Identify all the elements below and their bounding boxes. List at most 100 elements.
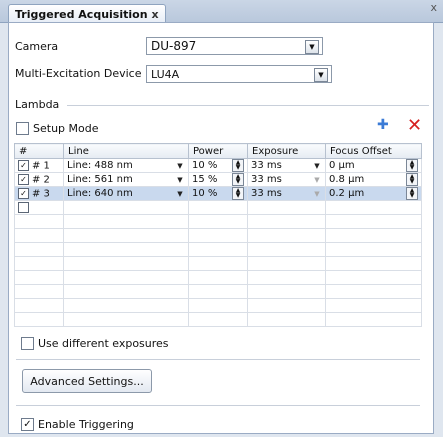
plus-icon[interactable]: ✚ [377, 117, 389, 133]
empty-cell [14, 270, 64, 285]
chevron-down-icon[interactable]: ▼ [175, 189, 185, 199]
power-value: 15 % [192, 174, 218, 185]
row-num: # 1 [32, 160, 50, 172]
empty-cell [188, 256, 248, 271]
table-row[interactable]: ✓ # 3 Line: 640 nm ▼ 10 % ▲ ▼ 33 ms ▼ 0.2 µm ▲… [14, 186, 422, 201]
col-header-focus-offset[interactable]: Focus Offset [325, 143, 422, 159]
empty-cell [63, 298, 189, 313]
empty-cell [188, 214, 248, 229]
table-row-empty [14, 270, 422, 285]
empty-cell [14, 256, 64, 271]
empty-cell [188, 270, 248, 285]
spinner-icon[interactable]: ▲ ▼ [406, 187, 418, 200]
empty-cell [63, 200, 189, 215]
empty-cell [325, 284, 422, 299]
focus-cell[interactable]: 0 µm ▲ ▼ [325, 158, 422, 173]
line-cell[interactable]: Line: 488 nm ▼ [63, 158, 189, 173]
tab-label: Triggered Acquisition [15, 7, 148, 21]
empty-cell [63, 242, 189, 257]
empty-cell [14, 298, 64, 313]
spinner-icon[interactable]: ▲ ▼ [406, 159, 418, 172]
table-row-empty [14, 298, 422, 313]
empty-cell [325, 256, 422, 271]
exposure-cell[interactable]: 33 ms ▼ [247, 158, 326, 173]
empty-cell [247, 200, 326, 215]
empty-cell [14, 284, 64, 299]
use-different-exposures-checkbox[interactable] [21, 337, 34, 350]
power-cell[interactable]: 10 % ▲ ▼ [188, 186, 248, 201]
row-num-cell [14, 200, 64, 215]
table-row-empty [14, 242, 422, 257]
empty-cell [247, 312, 326, 327]
empty-cell [325, 214, 422, 229]
device-select[interactable]: LU4A ▼ [146, 65, 332, 83]
empty-cell [247, 214, 326, 229]
col-header-num[interactable]: # [14, 143, 64, 159]
row-num-cell: ✓ # 3 [14, 186, 64, 201]
line-cell[interactable]: Line: 640 nm ▼ [63, 186, 189, 201]
empty-cell [63, 256, 189, 271]
line-value: Line: 640 nm [67, 188, 133, 199]
focus-cell[interactable]: 0.2 µm ▲ ▼ [325, 186, 422, 201]
table-row[interactable]: ✓ # 2 Line: 561 nm ▼ 15 % ▲ ▼ 33 ms ▼ 0.8 µm ▲… [14, 172, 422, 187]
use-different-exposures-label: Use different exposures [38, 337, 169, 350]
empty-cell [247, 256, 326, 271]
table-row-empty [14, 312, 422, 327]
empty-cell [63, 270, 189, 285]
table-row-new[interactable] [14, 200, 422, 215]
line-value: Line: 488 nm [67, 160, 133, 171]
empty-cell [63, 284, 189, 299]
setup-mode-label: Setup Mode [33, 122, 99, 135]
line-cell[interactable]: Line: 561 nm ▼ [63, 172, 189, 187]
enable-triggering-label: Enable Triggering [38, 418, 134, 431]
power-cell[interactable]: 10 % ▲ ▼ [188, 158, 248, 173]
empty-cell [325, 228, 422, 243]
chevron-down-icon[interactable]: ▼ [312, 189, 322, 199]
row-checkbox[interactable]: ✓ [18, 159, 29, 171]
tab-close-icon[interactable]: x [152, 8, 159, 21]
empty-cell [325, 200, 422, 215]
empty-cell [63, 312, 189, 327]
focus-value: 0 µm [329, 160, 355, 171]
chevron-down-icon[interactable]: ▼ [312, 175, 322, 185]
chevron-down-icon[interactable]: ▼ [175, 175, 185, 185]
new-row-checkbox[interactable] [18, 201, 29, 213]
row-checkbox[interactable]: ✓ [18, 187, 29, 199]
focus-value: 0.2 µm [329, 188, 365, 199]
empty-cell [14, 228, 64, 243]
col-header-power[interactable]: Power [188, 143, 248, 159]
chevron-down-icon[interactable]: ▼ [312, 161, 322, 171]
empty-cell [14, 214, 64, 229]
advanced-settings-button[interactable]: Advanced Settings... [22, 369, 152, 393]
separator [16, 359, 420, 360]
advanced-settings-label: Advanced Settings... [30, 374, 144, 388]
spinner-icon[interactable]: ▲ ▼ [232, 159, 244, 172]
power-cell[interactable]: 15 % ▲ ▼ [188, 172, 248, 187]
spinner-icon[interactable]: ▲ ▼ [406, 173, 418, 186]
spinner-icon[interactable]: ▲ ▼ [232, 173, 244, 186]
window-close-icon[interactable]: x [430, 1, 437, 14]
empty-cell [325, 242, 422, 257]
setup-mode-checkbox[interactable] [16, 122, 29, 135]
focus-cell[interactable]: 0.8 µm ▲ ▼ [325, 172, 422, 187]
enable-triggering-checkbox[interactable]: ✓ [21, 418, 34, 431]
exposure-cell[interactable]: 33 ms ▼ [247, 186, 326, 201]
tab-triggered-acquisition[interactable]: Triggered Acquisition x [8, 4, 166, 23]
delete-icon[interactable]: ✕ [407, 117, 422, 135]
chevron-down-icon[interactable]: ▼ [175, 161, 185, 171]
empty-cell [247, 228, 326, 243]
empty-cell [325, 270, 422, 285]
row-num: # 3 [32, 188, 50, 200]
empty-cell [247, 242, 326, 257]
row-checkbox[interactable]: ✓ [18, 173, 29, 185]
col-header-line[interactable]: Line [63, 143, 189, 159]
col-header-exposure[interactable]: Exposure [247, 143, 326, 159]
triggered-acquisition-window: Triggered Acquisition x x Camera DU-897 … [0, 0, 443, 437]
camera-select[interactable]: DU-897 ▼ [146, 37, 323, 55]
table-row[interactable]: ✓ # 1 Line: 488 nm ▼ 10 % ▲ ▼ 33 ms ▼ 0 µm ▲ ▼ [14, 158, 422, 173]
spinner-icon[interactable]: ▲ ▼ [232, 187, 244, 200]
empty-cell [247, 298, 326, 313]
row-num-cell: ✓ # 1 [14, 158, 64, 173]
exposure-cell[interactable]: 33 ms ▼ [247, 172, 326, 187]
empty-cell [63, 214, 189, 229]
